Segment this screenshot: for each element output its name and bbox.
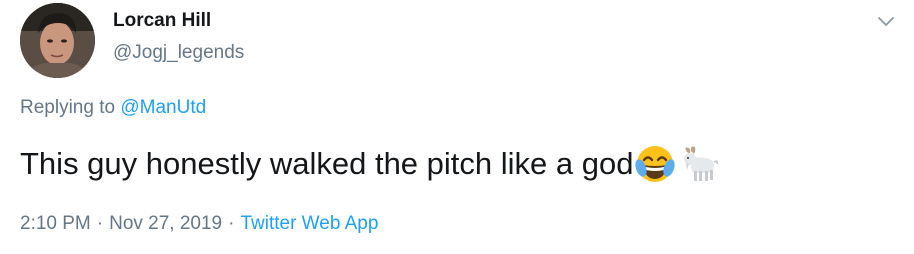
- user-block: Lorcan Hill @Jogj_legends: [113, 8, 244, 66]
- tweet-date[interactable]: Nov 27, 2019: [109, 213, 222, 234]
- face-with-tears-of-joy-icon: [633, 142, 677, 186]
- replying-prefix: Replying to: [20, 97, 116, 118]
- tweet-source-link[interactable]: Twitter Web App: [240, 213, 378, 234]
- tweet-text: This guy honestly walked the pitch like …: [20, 142, 721, 186]
- replying-to: Replying to @ManUtd: [20, 95, 206, 121]
- meta-separator: ·: [228, 213, 235, 234]
- meta-separator: ·: [96, 213, 104, 234]
- tweet-meta: 2:10 PM · Nov 27, 2019 · Twitter Web App: [20, 211, 378, 237]
- tweet-timestamp[interactable]: 2:10 PM: [20, 213, 91, 234]
- chevron-down-icon[interactable]: [875, 10, 897, 32]
- reply-mention-link[interactable]: @ManUtd: [120, 97, 206, 118]
- display-name[interactable]: Lorcan Hill: [113, 8, 244, 34]
- user-handle[interactable]: @Jogj_legends: [113, 40, 244, 66]
- tweet-body: This guy honestly walked the pitch like …: [20, 146, 634, 181]
- avatar-image: [20, 3, 95, 78]
- tweet-card: Lorcan Hill @Jogj_legends Replying to @M…: [0, 0, 914, 254]
- avatar[interactable]: [20, 3, 95, 78]
- goat-icon: [677, 142, 721, 186]
